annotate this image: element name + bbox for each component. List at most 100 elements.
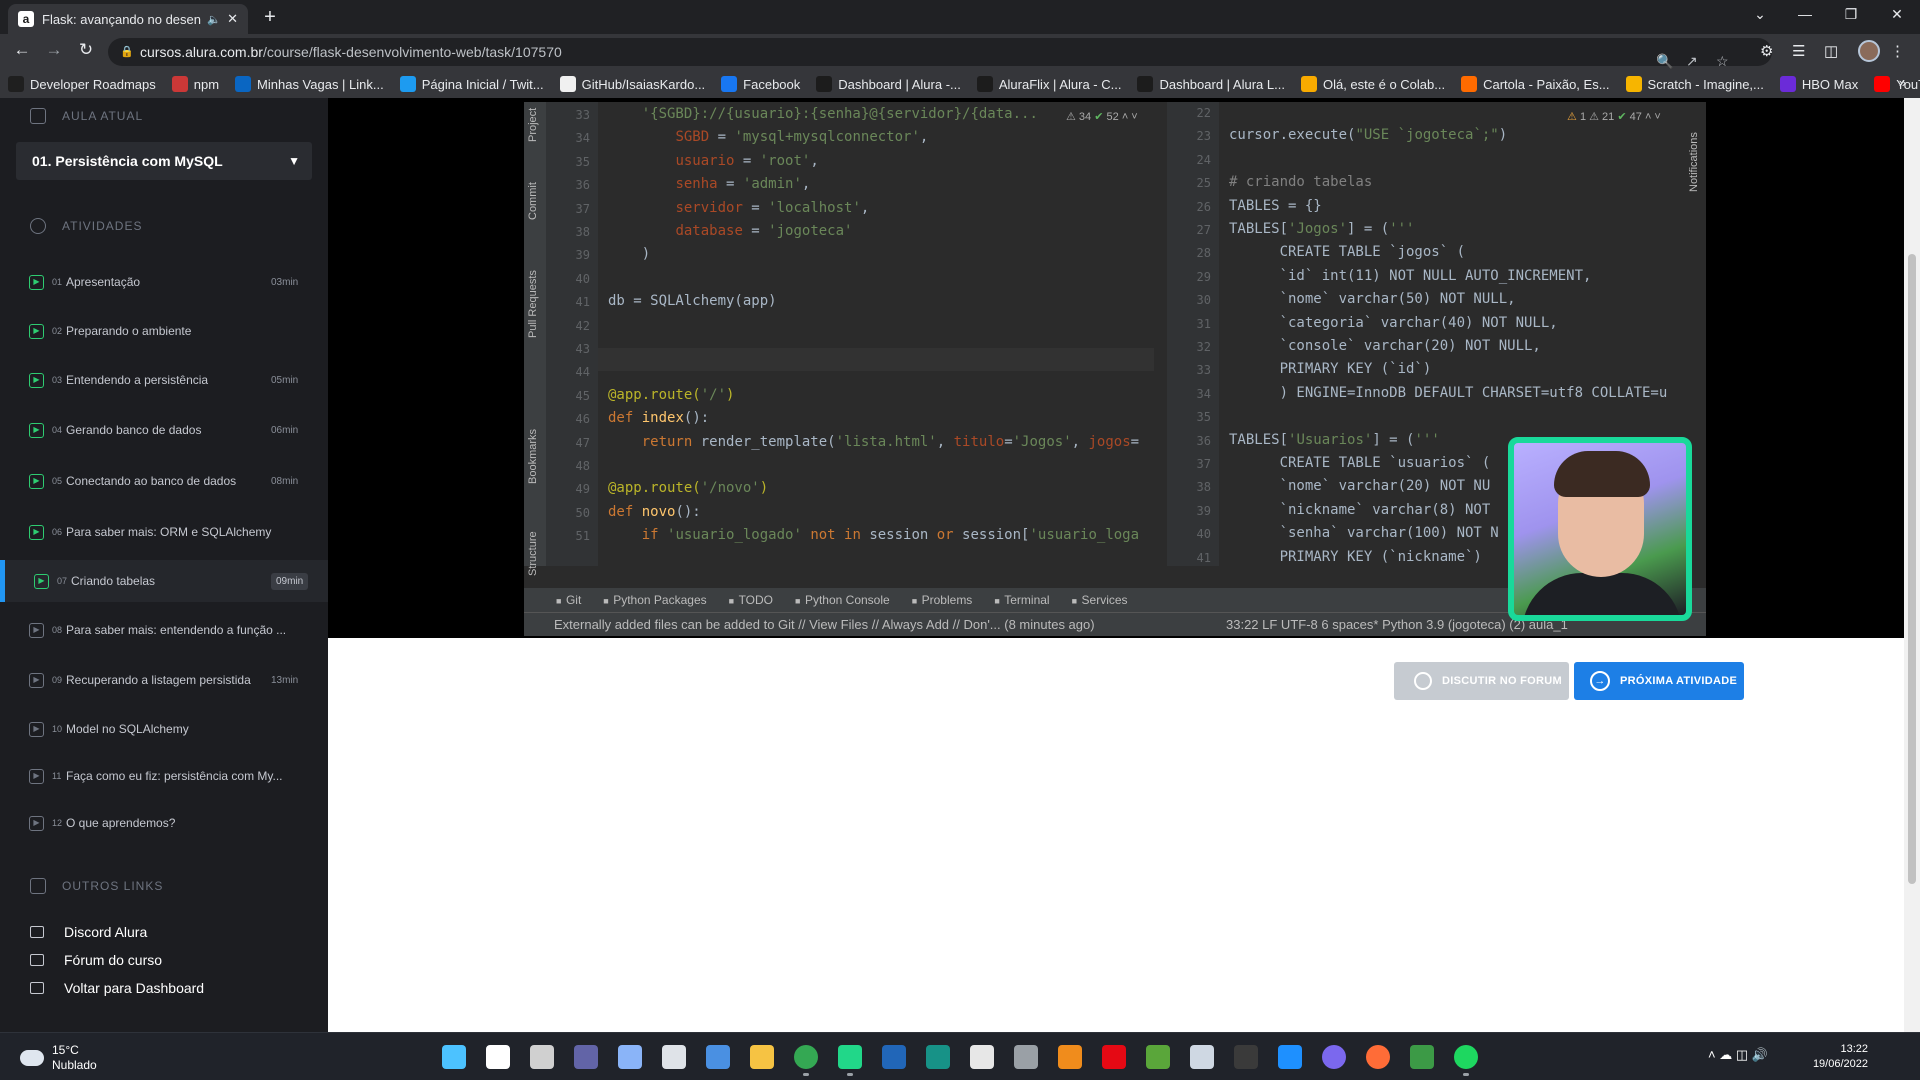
bookmark-item[interactable]: Dashboard | Alura -... — [816, 76, 961, 92]
activity-item[interactable]: ▶ 12 O que aprendemos? — [0, 802, 328, 844]
commit-tab[interactable]: Commit — [527, 182, 539, 220]
close-window-button[interactable]: ✕ — [1882, 6, 1912, 23]
postman-icon[interactable] — [1366, 1045, 1390, 1069]
next-activity-button[interactable]: → PRÓXIMA ATIVIDADE — [1574, 662, 1744, 700]
lesson-select[interactable]: 01. Persistência com MySQL ▼ — [16, 142, 312, 180]
browser-tab-active[interactable]: a Flask: avançando no desenvo 🔈 ✕ — [8, 4, 248, 34]
new-tab-button[interactable]: + — [258, 6, 282, 29]
weather-widget[interactable]: 15°C Nublado — [20, 1043, 97, 1073]
node-icon[interactable] — [1410, 1045, 1434, 1069]
page-scrollbar[interactable] — [1904, 98, 1920, 1032]
bookmark-item[interactable]: Developer Roadmaps — [8, 76, 156, 92]
activity-item[interactable]: ▶ 07 Criando tabelas 09min — [0, 560, 328, 602]
lock-icon[interactable]: 🔒 — [120, 38, 134, 66]
left-inspections[interactable]: ⚠ 34 ✔ 52 ˄ ˅ — [1066, 110, 1138, 123]
search-icon[interactable] — [486, 1045, 510, 1069]
media-control-icon[interactable]: ☰ — [1792, 42, 1805, 60]
activity-item[interactable]: ▶ 10 Model no SQLAlchemy — [0, 708, 328, 750]
app-icon[interactable] — [970, 1045, 994, 1069]
alura-favicon-icon: a — [18, 11, 34, 27]
tool-window-git[interactable]: ■ Git — [556, 593, 581, 607]
tool-window-terminal[interactable]: ■ Terminal — [994, 593, 1049, 607]
activity-item[interactable]: ▶ 06 Para saber mais: ORM e SQLAlchemy — [0, 511, 328, 553]
activity-item[interactable]: ▶ 04 Gerando banco de dados 06min — [0, 409, 328, 451]
tool-window-problems[interactable]: ■ Problems — [912, 593, 973, 607]
back-button[interactable]: ← — [10, 40, 34, 60]
bookmark-item[interactable]: AluraFlix | Alura - C... — [976, 76, 1121, 92]
chrome-icon[interactable] — [794, 1045, 818, 1076]
code-line: PRIMARY KEY (`nickname`) — [1229, 548, 1482, 565]
sublime-icon[interactable] — [1058, 1045, 1082, 1069]
profile-avatar[interactable] — [1858, 40, 1880, 62]
bookmark-item[interactable]: Minhas Vagas | Link... — [235, 76, 384, 92]
line-number: 37 — [1196, 457, 1211, 471]
virtualbox-icon[interactable] — [1190, 1045, 1214, 1069]
notifications-tab[interactable]: Notifications — [1688, 132, 1700, 192]
activity-item[interactable]: ▶ 08 Para saber mais: entendendo a função … — [0, 609, 328, 651]
dashboard-link[interactable]: Voltar para Dashboard — [30, 980, 204, 996]
bookmark-item[interactable]: GitHub/IsaiasKardo... — [559, 76, 705, 92]
obs-icon[interactable] — [662, 1045, 686, 1069]
teams-icon[interactable] — [574, 1045, 598, 1069]
bookmark-item[interactable]: Página Inicial / Twit... — [399, 76, 544, 92]
editor-left[interactable]: 33 '{SGBD}://{usuario}:{senha}@{servidor… — [546, 102, 1154, 566]
r-icon[interactable] — [882, 1045, 906, 1069]
activity-item[interactable]: ▶ 03 Entendendo a persistência 05min — [0, 359, 328, 401]
bookmark-item[interactable]: Facebook — [721, 76, 800, 92]
structure-tab[interactable]: Structure — [527, 531, 539, 576]
minecraft-icon[interactable] — [1146, 1045, 1170, 1069]
file-explorer-icon[interactable] — [750, 1045, 774, 1069]
bookmark-item[interactable]: npm — [171, 76, 219, 92]
xbox-icon[interactable] — [1014, 1045, 1038, 1069]
store-icon[interactable] — [706, 1045, 730, 1069]
spotify-icon[interactable] — [1454, 1045, 1478, 1076]
restore-button[interactable]: ❐ — [1836, 6, 1866, 23]
bookmarks-tab[interactable]: Bookmarks — [527, 429, 539, 484]
forward-button[interactable]: → — [42, 40, 66, 60]
bookmark-item[interactable]: Dashboard | Alura L... — [1137, 76, 1285, 92]
vscode-icon[interactable] — [1278, 1045, 1302, 1069]
settings-icon[interactable] — [618, 1045, 642, 1069]
forum-link[interactable]: Fórum do curso — [30, 952, 162, 968]
extensions-icon[interactable]: ⚙ — [1760, 42, 1773, 60]
activity-item[interactable]: ▶ 01 Apresentação 03min — [0, 261, 328, 303]
netflix-icon[interactable] — [1102, 1045, 1126, 1069]
terminal-icon[interactable] — [1234, 1045, 1258, 1069]
tool-window-python-packages[interactable]: ■ Python Packages — [603, 593, 706, 607]
address-bar[interactable]: 🔒 cursos.alura.com.br/course/flask-desen… — [108, 38, 1772, 69]
activity-item[interactable]: ▶ 05 Conectando ao banco de dados 08min — [0, 460, 328, 502]
next-activity-label: PRÓXIMA ATIVIDADE — [1620, 675, 1738, 687]
activity-item[interactable]: ▶ 02 Preparando o ambiente — [0, 310, 328, 352]
activity-item[interactable]: ▶ 09 Recuperando a listagem persistida 13mi… — [0, 659, 328, 701]
discord-link[interactable]: Discord Alura — [30, 924, 147, 940]
page-scrollbar-thumb[interactable] — [1908, 254, 1916, 884]
side-panel-icon[interactable]: ◫ — [1824, 42, 1838, 60]
bookmark-item[interactable]: Olá, este é o Colab... — [1300, 76, 1445, 92]
pull-requests-tab[interactable]: Pull Requests — [527, 270, 539, 338]
bookmark-item[interactable]: Scratch - Imagine,... — [1625, 76, 1764, 92]
tool-window-todo[interactable]: ■ TODO — [729, 593, 773, 607]
tool-window-python-console[interactable]: ■ Python Console — [795, 593, 890, 607]
discuss-forum-button[interactable]: DISCUTIR NO FORUM — [1394, 662, 1569, 700]
tab-close-icon[interactable]: ✕ — [227, 11, 238, 27]
menu-icon[interactable]: ⋮ — [1890, 42, 1905, 60]
tab-search-icon[interactable]: ⌄ — [1745, 6, 1775, 23]
right-inspections[interactable]: ⚠ 1 ⚠ 21 ✔ 47 ˄ ˅ — [1567, 110, 1661, 123]
start-icon[interactable] — [442, 1045, 466, 1069]
clock[interactable]: 13:22 19/06/2022 — [1808, 1042, 1868, 1072]
project-tab[interactable]: Project — [527, 108, 539, 142]
bookmark-item[interactable]: Cartola - Paixão, Es... — [1461, 76, 1610, 92]
tab-audio-icon[interactable]: 🔈 — [207, 13, 221, 26]
reload-button[interactable]: ↻ — [74, 40, 98, 60]
pycharm-icon[interactable] — [838, 1045, 862, 1076]
minimize-button[interactable]: — — [1790, 6, 1820, 22]
bookmarks-overflow-icon[interactable]: » — [1899, 75, 1906, 90]
system-tray[interactable]: ˄ ☁ ◫ 🔊 — [1708, 1047, 1768, 1063]
bookmark-item[interactable]: HBO Max — [1779, 76, 1858, 92]
tool-window-services[interactable]: ■ Services — [1072, 593, 1128, 607]
task-view-icon[interactable] — [530, 1045, 554, 1069]
app-circle-icon[interactable] — [1322, 1045, 1346, 1069]
bookmark-item[interactable]: YouTube — [1874, 76, 1920, 92]
gitkraken-icon[interactable] — [926, 1045, 950, 1069]
activity-item[interactable]: ▶ 11 Faça como eu fiz: persistência com My… — [0, 755, 328, 797]
